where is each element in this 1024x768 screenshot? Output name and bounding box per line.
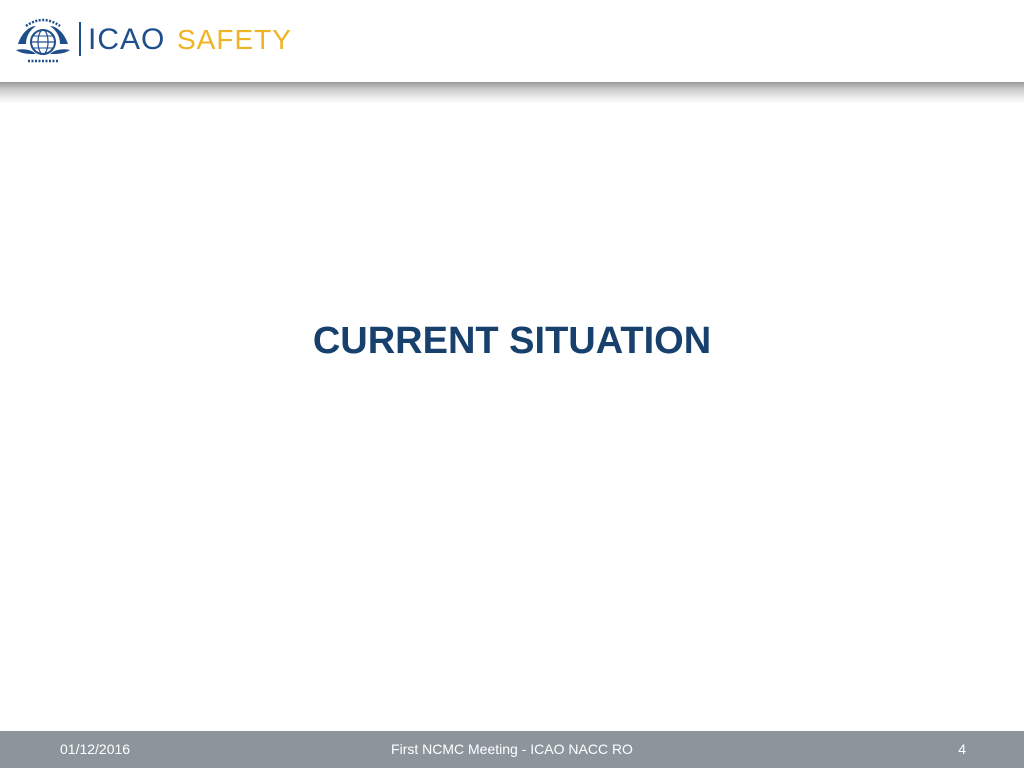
logo-divider [79,22,81,56]
slide-footer: 01/12/2016 First NCMC Meeting - ICAO NAC… [0,731,1024,768]
slide-title: CURRENT SITUATION [312,320,712,362]
logo-org-name: ICAO [88,23,166,56]
slide-header: ICAO SAFETY [0,0,1024,84]
footer-page-number: 4 [958,741,966,757]
footer-meeting-title: First NCMC Meeting - ICAO NACC RO [391,741,633,757]
icao-emblem-icon [16,18,70,63]
logo-tagline: SAFETY [177,24,292,55]
header-shadow-bar [0,82,1024,104]
